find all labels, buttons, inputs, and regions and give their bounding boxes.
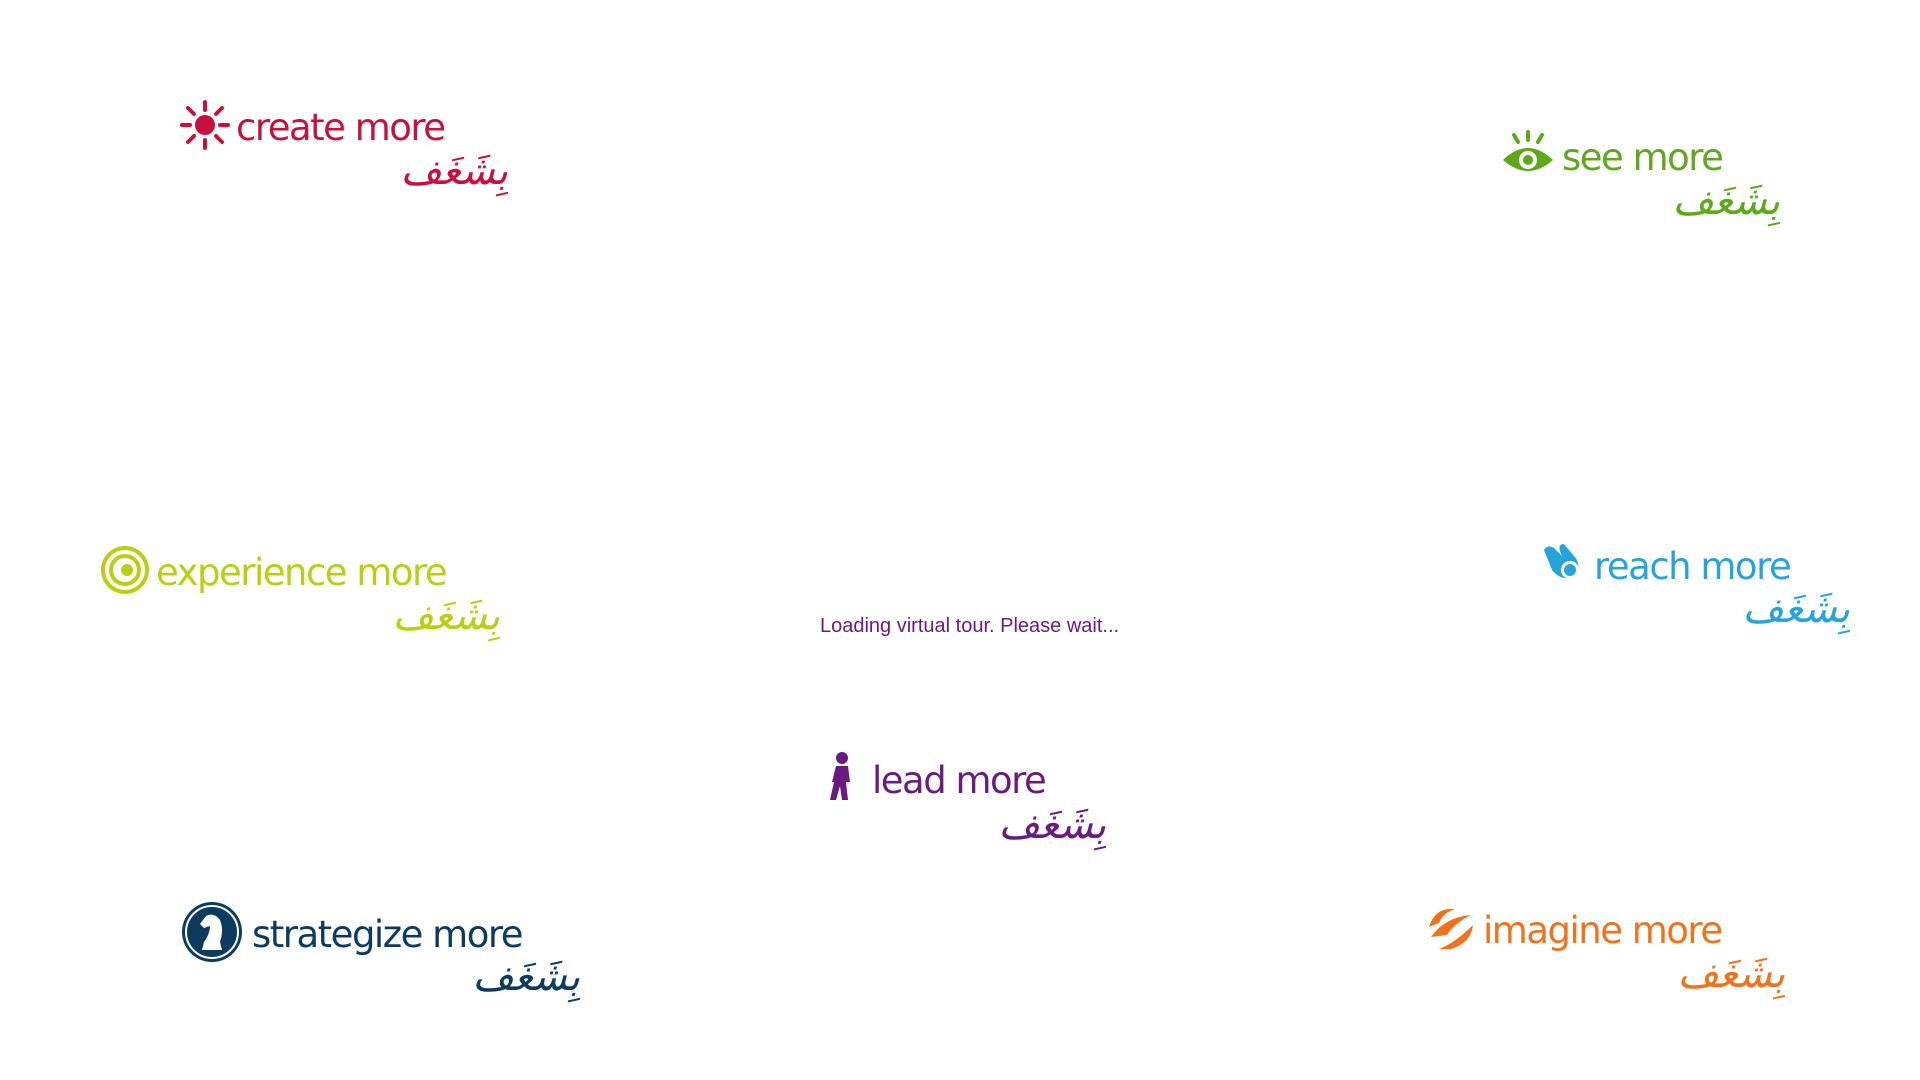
reach-more-logo: reach more بِشَغَف — [1540, 540, 1850, 629]
imagine-more-logo: imagine more بِشَغَف — [1425, 903, 1785, 994]
logo-text: see more — [1562, 136, 1724, 179]
loading-screen: create more بِشَغَف see more بِشَغَف exp… — [0, 0, 1920, 1080]
logo-text: reach more — [1594, 545, 1792, 588]
logo-arabic-text: بِشَغَف — [392, 593, 500, 639]
swoosh-icon — [1425, 903, 1477, 958]
logo-text: strategize more — [252, 913, 524, 956]
chess-knight-icon — [180, 900, 244, 969]
loading-message: Loading virtual tour. Please wait... — [820, 615, 1120, 637]
logo-arabic-text: بِشَغَف — [1677, 951, 1785, 997]
swirl-icon — [100, 545, 150, 600]
sun-icon — [180, 100, 230, 155]
experience-more-logo: experience more بِشَغَف — [100, 545, 500, 636]
lead-more-logo: lead more بِشَغَف — [828, 752, 1106, 845]
hand-icon — [1540, 540, 1588, 593]
logo-arabic-text: بِشَغَف — [998, 802, 1106, 848]
create-more-logo: create more بِشَغَف — [180, 100, 508, 191]
walking-person-icon — [828, 752, 858, 809]
logo-arabic-text: بِشَغَف — [1742, 586, 1850, 632]
logo-arabic-text: بِشَغَف — [400, 148, 508, 194]
logo-text: lead more — [872, 759, 1047, 802]
see-more-logo: see more بِشَغَف — [1500, 130, 1780, 221]
logo-arabic-text: بِشَغَف — [472, 954, 580, 1000]
logo-text: imagine more — [1483, 909, 1723, 952]
strategize-more-logo: strategize more بِشَغَف — [180, 900, 580, 997]
logo-arabic-text: بِشَغَف — [1672, 178, 1780, 224]
eye-icon — [1500, 130, 1556, 185]
logo-text: experience more — [156, 551, 448, 594]
logo-text: create more — [236, 106, 446, 149]
